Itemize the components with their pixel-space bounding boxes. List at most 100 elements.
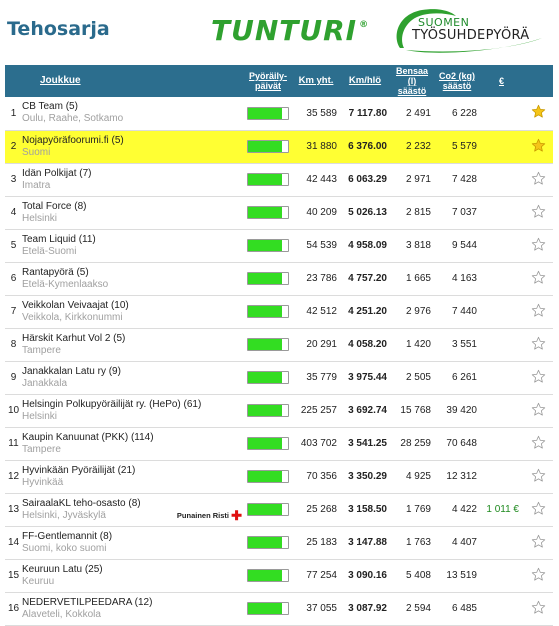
team-cell: Janakkalan Latu ry (9) Janakkala xyxy=(22,361,244,394)
star-outline-icon[interactable] xyxy=(531,534,546,552)
star-outline-icon[interactable] xyxy=(531,171,546,189)
days-progress-bar xyxy=(247,140,289,153)
star-outline-icon[interactable] xyxy=(531,402,546,420)
team-cell: Idän Polkijat (7) Imatra xyxy=(22,163,244,196)
star-outline-icon[interactable] xyxy=(531,468,546,486)
gas-saved-column-header[interactable]: Bensaa (l) säästö xyxy=(390,65,434,97)
co2-saved-cell: 7 440 xyxy=(451,306,477,317)
km-total-cell: 25 183 xyxy=(306,537,337,548)
team-location: Helsinki xyxy=(22,212,58,224)
co2-saved-cell: 39 420 xyxy=(446,405,477,416)
km-total-cell: 42 443 xyxy=(306,174,337,185)
favorite-star-cell xyxy=(523,427,553,460)
team-location: Etelä-Suomi xyxy=(22,245,77,257)
team-name-link[interactable]: Härskit Karhut Vol 2 (5) xyxy=(22,333,244,345)
team-name-link[interactable]: Veikkolan Veivaajat (10) xyxy=(22,300,244,312)
team-name-link[interactable]: Team Liquid (11) xyxy=(22,234,244,246)
gas-saved-cell: 1 763 xyxy=(405,537,431,548)
team-column-header[interactable]: Joukkue xyxy=(22,65,244,97)
team-name-link[interactable]: CB Team (5) xyxy=(22,101,244,113)
km-total-cell: 54 539 xyxy=(306,240,337,251)
gas-saved-cell: 2 976 xyxy=(405,306,431,317)
team-name-link[interactable]: Helsingin Polkupyöräilijät ry. (HePo) (6… xyxy=(22,399,244,411)
team-name-link[interactable]: Kaupin Kanuunat (PKK) (114) xyxy=(22,432,244,444)
gas-saved-cell: 1 769 xyxy=(405,504,431,515)
team-name-link[interactable]: FF-Gentlemannit (8) xyxy=(22,531,244,543)
table-row: 16 NEDERVETILPEEDARA (12) Alaveteli, Kokko… xyxy=(5,592,553,625)
days-column-header[interactable]: Pyöräily-päivät xyxy=(244,65,292,97)
rank-header xyxy=(5,65,22,97)
star-outline-icon[interactable] xyxy=(531,237,546,255)
star-outline-icon[interactable] xyxy=(531,336,546,354)
money-cell xyxy=(480,394,523,427)
favorite-star-cell xyxy=(523,97,553,130)
km-total-column-header[interactable]: Km yht. xyxy=(292,65,340,97)
team-cell: Veikkolan Veivaajat (10) Veikkola, Kirkko… xyxy=(22,295,244,328)
team-name-link[interactable]: Idän Polkijat (7) xyxy=(22,168,244,180)
km-total-cell: 20 291 xyxy=(306,339,337,350)
days-progress-bar xyxy=(247,206,289,219)
favorite-star-cell xyxy=(523,394,553,427)
star-outline-icon[interactable] xyxy=(531,303,546,321)
km-per-person-cell: 3 087.92 xyxy=(348,603,387,614)
co2-saved-column-header[interactable]: Co2 (kg) säästö xyxy=(434,65,480,97)
leaderboard-table: Joukkue Pyöräily-päivät Km yht. Km/hlö B… xyxy=(5,65,553,626)
team-cell: Kaupin Kanuunat (PKK) (114) Tampere xyxy=(22,427,244,460)
team-name-link[interactable]: NEDERVETILPEEDARA (12) xyxy=(22,597,244,609)
km-per-person-column-header[interactable]: Km/hlö xyxy=(340,65,390,97)
star-column-header xyxy=(523,65,553,97)
star-outline-icon[interactable] xyxy=(531,600,546,618)
star-outline-icon[interactable] xyxy=(531,270,546,288)
days-progress-cell xyxy=(244,493,292,526)
money-cell xyxy=(480,361,523,394)
team-cell: SairaalaKL teho-osasto (8) Helsinki, Jyvä… xyxy=(22,493,244,526)
days-progress-cell xyxy=(244,460,292,493)
star-outline-icon[interactable] xyxy=(531,435,546,453)
star-outline-icon[interactable] xyxy=(531,369,546,387)
team-name-link[interactable]: Janakkalan Latu ry (9) xyxy=(22,366,244,378)
days-progress-bar xyxy=(247,470,289,483)
favorite-star-cell xyxy=(523,559,553,592)
gas-saved-cell: 15 768 xyxy=(400,405,431,416)
gas-saved-cell: 1 420 xyxy=(405,339,431,350)
star-outline-icon[interactable] xyxy=(531,204,546,222)
star-filled-icon[interactable] xyxy=(531,138,546,156)
gas-saved-cell: 2 491 xyxy=(405,107,431,119)
km-total-cell: 23 786 xyxy=(306,273,337,284)
favorite-star-cell xyxy=(523,460,553,493)
money-cell xyxy=(480,328,523,361)
co2-saved-cell: 4 422 xyxy=(451,504,477,515)
days-progress-cell xyxy=(244,97,292,130)
rank-cell: 8 xyxy=(10,339,17,350)
gas-saved-cell: 3 818 xyxy=(405,240,431,251)
table-row: 12 Hyvinkään Pyöräilijät (21) Hyvinkää 70 3… xyxy=(5,460,553,493)
money-cell xyxy=(480,163,523,196)
team-name-link[interactable]: Hyvinkään Pyöräilijät (21) xyxy=(22,465,244,477)
money-cell xyxy=(480,427,523,460)
star-outline-icon[interactable] xyxy=(531,501,546,519)
rank-cell: 10 xyxy=(7,405,20,416)
star-outline-icon[interactable] xyxy=(531,567,546,585)
team-name-link[interactable]: Rantapyörä (5) xyxy=(22,267,244,279)
favorite-star-cell xyxy=(523,130,553,163)
team-location: Oulu, Raahe, Sotkamo xyxy=(22,113,124,125)
rank-cell: 15 xyxy=(7,570,20,581)
favorite-star-cell xyxy=(523,592,553,625)
team-cell: CB Team (5) Oulu, Raahe, Sotkamo xyxy=(22,97,244,130)
favorite-star-cell xyxy=(523,361,553,394)
team-location: Keuruu xyxy=(22,575,55,587)
euro-column-header[interactable]: € xyxy=(480,65,523,97)
money-cell xyxy=(480,559,523,592)
team-location: Tampere xyxy=(22,443,61,455)
table-row: 11 Kaupin Kanuunat (PKK) (114) Tampere 403 … xyxy=(5,427,553,460)
money-cell xyxy=(480,460,523,493)
star-filled-icon[interactable] xyxy=(531,105,546,122)
team-name-link[interactable]: Nojapyöräfoorumi.fi (5) xyxy=(22,135,244,147)
co2-saved-cell: 6 228 xyxy=(451,107,477,119)
team-name-link[interactable]: Total Force (8) xyxy=(22,201,244,213)
favorite-star-cell xyxy=(523,196,553,229)
team-name-link[interactable]: Keuruun Latu (25) xyxy=(22,564,244,576)
km-per-person-cell: 3 158.50 xyxy=(348,504,387,515)
table-row: 6 Rantapyörä (5) Etelä-Kymenlaakso 23 786 4 … xyxy=(5,262,553,295)
co2-saved-cell: 3 551 xyxy=(451,339,477,350)
